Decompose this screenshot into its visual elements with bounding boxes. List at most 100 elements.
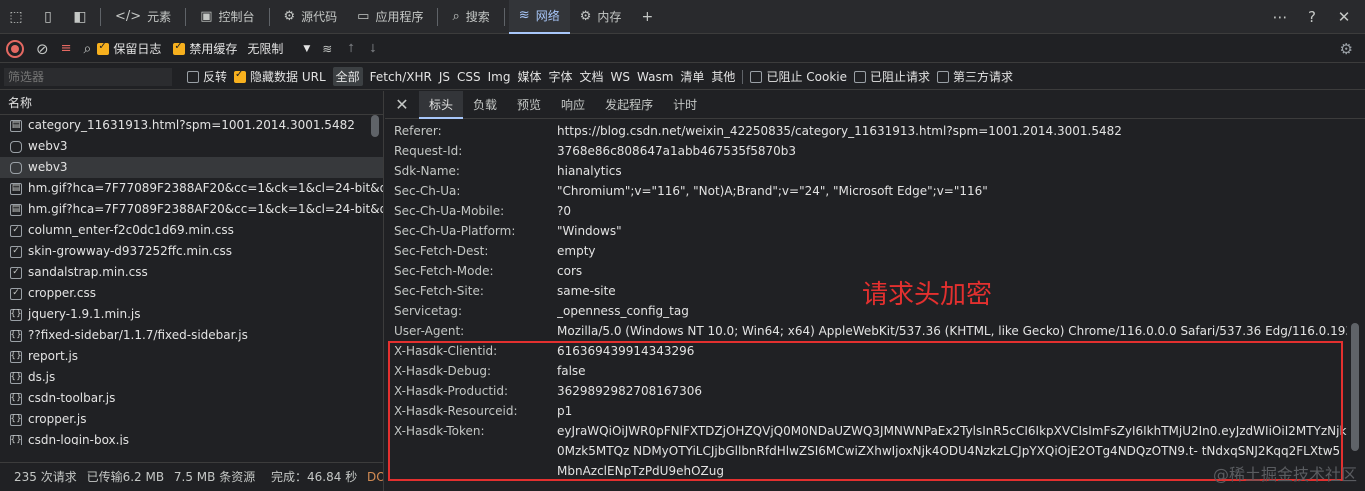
tab-elements[interactable]: </> 元素: [105, 0, 181, 34]
status-bar: 235 次请求 已传输6.2 MB 7.5 MB 条资源 完成：46.84 秒 …: [0, 462, 383, 491]
search-icon: ⌕: [452, 9, 460, 24]
request-row[interactable]: {} csdn-login-box.js: [0, 430, 383, 445]
network-settings-icon[interactable]: ⚙: [1340, 40, 1353, 58]
header-value: empty: [557, 244, 596, 258]
request-row[interactable]: ✓ skin-growway-d937252ffc.min.css: [0, 241, 383, 262]
header-row: Sdk-Name: hianalytics: [385, 161, 1365, 181]
request-row[interactable]: webv3: [0, 157, 383, 178]
header-row: Sec-Fetch-Dest: empty: [385, 241, 1365, 261]
import-har-icon[interactable]: ⭡: [348, 41, 354, 56]
type-filter[interactable]: 全部: [332, 67, 363, 86]
request-row[interactable]: webv3: [0, 136, 383, 157]
type-filter[interactable]: Wasm: [637, 70, 673, 84]
type-filter[interactable]: Img: [488, 70, 511, 84]
blocked-requests-checkbox[interactable]: 已阻止请求: [853, 68, 930, 85]
request-row[interactable]: {} ds.js: [0, 367, 383, 388]
add-panel-icon[interactable]: +: [631, 0, 663, 34]
type-filter[interactable]: 清单: [680, 68, 704, 85]
request-name: hm.gif?hca=7F77089F2388AF20&cc=1&ck=1&cl…: [28, 181, 383, 195]
request-row[interactable]: ▤ hm.gif?hca=7F77089F2388AF20&cc=1&ck=1&c…: [0, 178, 383, 199]
type-filter[interactable]: 媒体: [517, 68, 541, 85]
application-icon: ▭: [357, 9, 370, 24]
close-detail-icon[interactable]: ✕: [385, 95, 419, 114]
device-toolbar-icon[interactable]: ▯: [32, 0, 64, 34]
disable-cache-checkbox[interactable]: 禁用缓存: [173, 40, 237, 57]
type-filter[interactable]: Fetch/XHR: [370, 70, 432, 84]
close-icon[interactable]: ✕: [1331, 8, 1357, 26]
header-name: Sec-Fetch-Dest:: [394, 244, 489, 258]
type-filter[interactable]: WS: [611, 70, 630, 84]
record-button[interactable]: [6, 39, 24, 58]
export-har-icon[interactable]: ⭣: [370, 41, 376, 56]
throttling-select[interactable]: 无限制 ▼: [247, 40, 310, 57]
type-filter[interactable]: CSS: [457, 70, 481, 84]
detail-tab[interactable]: 负载: [463, 91, 507, 119]
doc-file-icon: ▤: [10, 203, 22, 216]
elements-icon: </>: [115, 9, 142, 24]
request-row[interactable]: {} cropper.js: [0, 409, 383, 430]
memory-icon: ⚙: [579, 9, 592, 24]
filter-input[interactable]: [4, 67, 172, 86]
request-row[interactable]: ▤ hm.gif?hca=7F77089F2388AF20&cc=1&ck=1&c…: [0, 199, 383, 220]
help-icon[interactable]: ?: [1299, 8, 1325, 26]
clear-icon[interactable]: ⊘: [36, 40, 49, 58]
css-file-icon: ✓: [10, 224, 22, 237]
tab-application[interactable]: ▭ 应用程序: [347, 0, 433, 34]
transferred-size: 已传输6.2 MB: [86, 470, 165, 484]
tab-network[interactable]: ≋ 网络: [508, 0, 570, 34]
request-row[interactable]: {} report.js: [0, 346, 383, 367]
header-name: Servicetag:: [394, 304, 463, 318]
header-row: X-Hasdk-Productid: 3629892982708167306: [385, 381, 1365, 401]
detail-tab[interactable]: 预览: [507, 91, 551, 119]
network-conditions-icon[interactable]: ≋: [322, 42, 332, 56]
tab-memory[interactable]: ⚙ 内存: [570, 0, 632, 34]
filter-clear-icon[interactable]: ≡: [61, 41, 72, 56]
detail-tab[interactable]: 响应: [551, 91, 595, 119]
tab-console[interactable]: ▣ 控制台: [190, 0, 264, 34]
search-icon[interactable]: ⌕: [83, 41, 91, 57]
header-value: ?0: [557, 204, 572, 218]
header-name: Sec-Ch-Ua:: [394, 184, 461, 198]
panel-tabs: </> 元素 ▣ 控制台 ⚙ 源代码 ▭ 应用程序 ⌕ 搜索 ≋ 网络 ⚙ 内存: [105, 0, 631, 34]
invert-checkbox[interactable]: 反转: [187, 68, 227, 85]
header-name: X-Hasdk-Productid:: [394, 384, 509, 398]
request-row[interactable]: ✓ sandalstrap.min.css: [0, 262, 383, 283]
divider: [437, 7, 439, 26]
detail-tab[interactable]: 发起程序: [595, 91, 663, 119]
xhr-file-icon: [10, 161, 22, 174]
type-filter[interactable]: 字体: [548, 68, 572, 85]
request-list-scrollbar[interactable]: [371, 115, 379, 137]
js-file-icon: {}: [10, 371, 22, 384]
blocked-cookies-checkbox[interactable]: 已阻止 Cookie: [750, 68, 847, 85]
dock-sidebar-icon[interactable]: ◧: [64, 0, 96, 34]
more-options-icon[interactable]: ⋯: [1267, 8, 1293, 26]
hide-data-url-checkbox[interactable]: 隐藏数据 URL: [234, 68, 326, 85]
js-file-icon: {}: [10, 350, 22, 363]
preserve-log-checkbox[interactable]: 保留日志: [97, 40, 161, 57]
request-row[interactable]: {} ??fixed-sidebar/1.1.7/fixed-sidebar.js: [0, 325, 383, 346]
detail-tab[interactable]: 计时: [663, 91, 707, 119]
type-filter[interactable]: 文档: [580, 68, 604, 85]
third-party-checkbox[interactable]: 第三方请求: [937, 68, 1013, 85]
request-row[interactable]: {} jquery-1.9.1.min.js: [0, 304, 383, 325]
name-column-header[interactable]: 名称: [0, 91, 383, 115]
headers-scrollbar[interactable]: [1351, 323, 1359, 451]
network-toolbar: ⊘ ≡ ⌕ 保留日志 禁用缓存 无限制▼ ≋ ⭡ ⭣ ⚙: [0, 35, 1365, 63]
header-value: "Windows": [557, 224, 622, 238]
js-file-icon: {}: [10, 308, 22, 321]
request-row[interactable]: ▤ category_11631913.html?spm=1001.2014.30…: [0, 115, 383, 136]
request-name: csdn-toolbar.js: [28, 391, 116, 405]
inspect-element-icon[interactable]: ⬚: [0, 0, 32, 34]
request-row[interactable]: ✓ cropper.css: [0, 283, 383, 304]
detail-tab[interactable]: 标头: [419, 90, 464, 119]
header-name: Sec-Fetch-Mode:: [394, 264, 494, 278]
header-name: Sec-Ch-Ua-Mobile:: [394, 204, 505, 218]
header-name: X-Hasdk-Debug:: [394, 364, 491, 378]
tab-search[interactable]: ⌕ 搜索: [442, 0, 499, 34]
tab-sources[interactable]: ⚙ 源代码: [274, 0, 348, 34]
request-row[interactable]: ✓ column_enter-f2c0dc1d69.min.css: [0, 220, 383, 241]
request-row[interactable]: {} csdn-toolbar.js: [0, 388, 383, 409]
type-filter[interactable]: JS: [439, 70, 450, 84]
request-name: category_11631913.html?spm=1001.2014.300…: [28, 118, 355, 132]
type-filter[interactable]: 其他: [711, 68, 735, 85]
